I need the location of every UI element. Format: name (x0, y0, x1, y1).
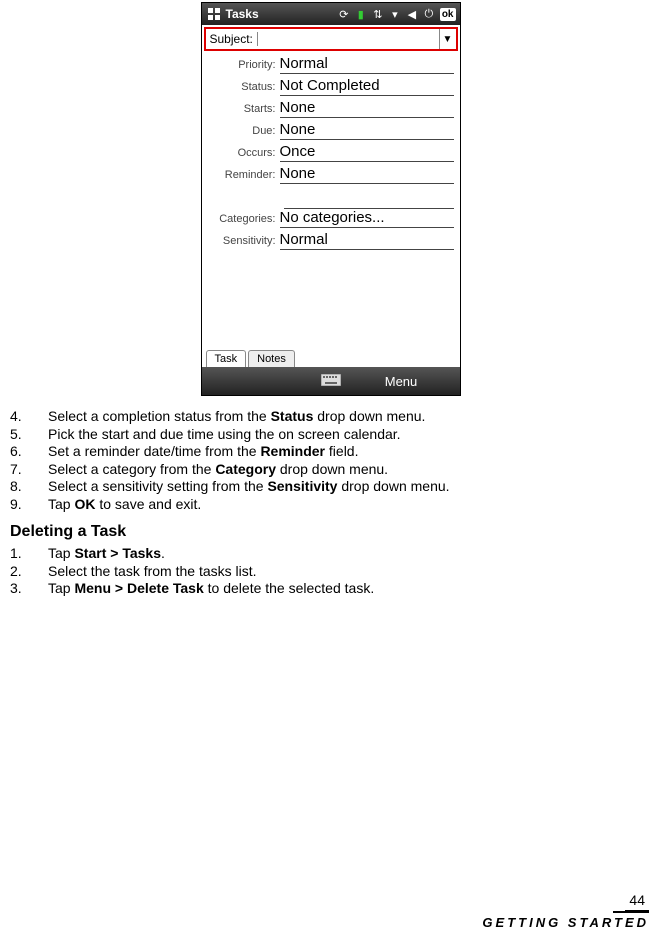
blank-area (202, 257, 460, 345)
instructions-continued: 4.Select a completion status from the St… (10, 408, 651, 513)
list-item: 8.Select a sensitivity setting from the … (10, 478, 651, 496)
field-due[interactable]: Due: None (208, 121, 454, 143)
list-item: 2.Select the task from the tasks list. (10, 563, 651, 581)
phone-statusbar: Tasks ⟳ ▮ ⇅ ▾ ◀ ⏻ ok (202, 3, 460, 25)
section-heading: Deleting a Task (10, 523, 651, 541)
page-number: 44 (625, 892, 649, 911)
list-item: 4.Select a completion status from the St… (10, 408, 651, 426)
sync-icon: ⟳ (337, 7, 351, 21)
status-icons: ⟳ ▮ ⇅ ▾ ◀ ⏻ (337, 7, 436, 21)
field-categories[interactable]: Categories: No categories... (208, 209, 454, 231)
field-starts[interactable]: Starts: None (208, 99, 454, 121)
ok-button[interactable]: ok (440, 8, 456, 21)
battery-icon: ▮ (354, 7, 368, 21)
subject-row[interactable]: Subject: ▼ (204, 27, 458, 51)
softkey-menu[interactable]: Menu (343, 374, 460, 389)
signal-icon: ▾ (388, 7, 402, 21)
tabs: Task Notes (202, 345, 460, 367)
field-occurs[interactable]: Occurs: Once (208, 143, 454, 165)
list-item: 7.Select a category from the Category dr… (10, 461, 651, 479)
field-priority[interactable]: Priority: Normal (208, 55, 454, 77)
instructions-deleting: 1.Tap Start > Tasks. 2.Select the task f… (10, 545, 651, 598)
start-icon[interactable] (206, 6, 222, 22)
keyboard-icon[interactable] (319, 374, 343, 389)
footer-label: Getting Started (482, 915, 649, 930)
app-title: Tasks (226, 7, 333, 21)
list-item: 6.Set a reminder date/time from the Remi… (10, 443, 651, 461)
task-fields: Priority: Normal Status: Not Completed S… (202, 53, 460, 257)
field-gap (284, 187, 454, 209)
tab-notes[interactable]: Notes (248, 350, 295, 367)
subject-label: Subject: (206, 32, 258, 46)
list-item: 9.Tap OK to save and exit. (10, 496, 651, 514)
subject-input[interactable] (258, 29, 440, 49)
softkey-bar: Menu (202, 367, 460, 395)
device-screenshot: Tasks ⟳ ▮ ⇅ ▾ ◀ ⏻ ok Subject: ▼ Priority… (201, 2, 461, 396)
page-footer: 44 Getting Started (482, 892, 649, 930)
list-item: 3.Tap Menu > Delete Task to delete the s… (10, 580, 651, 598)
connection-icon: ⇅ (371, 7, 385, 21)
chevron-down-icon[interactable]: ▼ (440, 34, 456, 45)
power-icon: ⏻ (422, 7, 436, 21)
list-item: 1.Tap Start > Tasks. (10, 545, 651, 563)
field-reminder[interactable]: Reminder: None (208, 165, 454, 187)
field-status[interactable]: Status: Not Completed (208, 77, 454, 99)
tab-task[interactable]: Task (206, 350, 247, 367)
volume-icon: ◀ (405, 7, 419, 21)
list-item: 5.Pick the start and due time using the … (10, 426, 651, 444)
field-sensitivity[interactable]: Sensitivity: Normal (208, 231, 454, 253)
